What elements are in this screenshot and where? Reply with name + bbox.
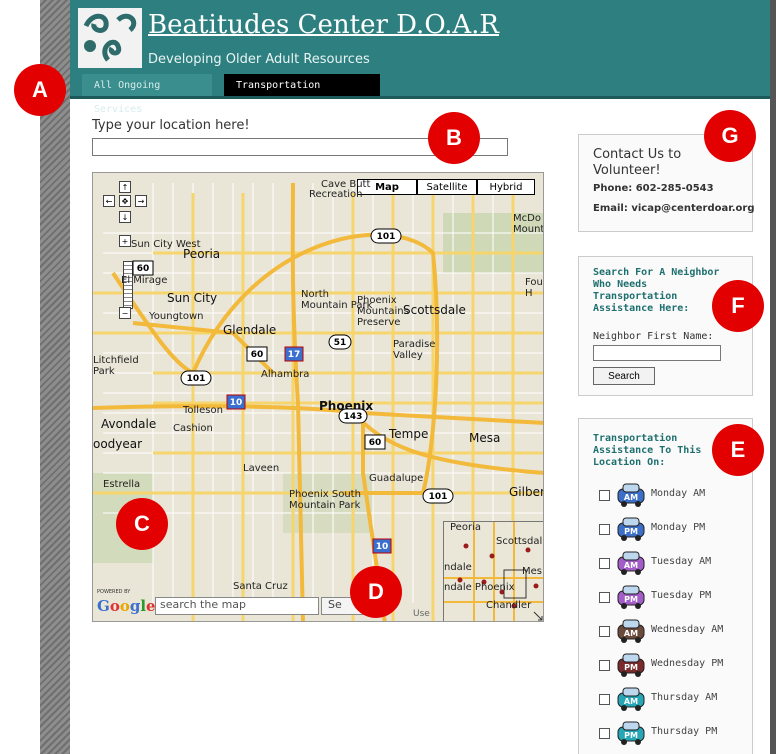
day-label: Thursday PM — [651, 726, 718, 737]
day-checkbox[interactable] — [599, 694, 610, 705]
day-checkbox[interactable] — [599, 592, 610, 603]
annotation-marker-b: B — [428, 112, 480, 164]
car-icon: AM — [617, 483, 645, 507]
site-header: Beatitudes Center D.O.A.R Developing Old… — [70, 0, 770, 115]
day-label: Monday AM — [651, 488, 706, 499]
annotation-marker-a: A — [14, 64, 66, 116]
shield-10-b: 10 — [376, 542, 389, 552]
car-icon: AM — [617, 619, 645, 643]
car-icon: PM — [617, 653, 645, 677]
location-label: Type your location here! — [92, 118, 250, 133]
powered-by-label: POWERED BY — [97, 589, 131, 595]
car-badge: PM — [624, 595, 638, 604]
day-checkbox[interactable] — [599, 490, 610, 501]
overview-label-chandler: Chandler — [486, 600, 532, 611]
right-border — [770, 0, 776, 754]
day-checkbox[interactable] — [599, 660, 610, 671]
contact-email[interactable]: Email: vicap@centerdoar.org — [593, 203, 754, 214]
shield-101-c: 101 — [429, 492, 448, 502]
annotation-marker-e: E — [712, 424, 764, 476]
shield-51: 51 — [334, 338, 347, 348]
day-label: Thursday AM — [651, 692, 718, 703]
google-logo[interactable]: Google — [97, 597, 156, 615]
car-icon: AM — [617, 687, 645, 711]
annotation-marker-c: C — [116, 498, 168, 550]
neighbor-first-name-label: Neighbor First Name: — [593, 331, 714, 342]
overview-label-scottsdale: Scottsdal — [496, 536, 543, 547]
overview-label-glendale: ndale — [444, 562, 472, 573]
site-logo[interactable] — [78, 8, 142, 68]
contact-title: Contact Us to Volunteer! — [593, 147, 682, 178]
shield-60-c: 60 — [369, 438, 382, 448]
logo-figures-icon — [83, 13, 137, 62]
overview-label-phoenix: ndale Phoenix — [444, 582, 515, 593]
transport-days-title: Transportation Assistance To This Locati… — [593, 433, 702, 468]
shield-143: 143 — [344, 412, 363, 422]
site-title[interactable]: Beatitudes Center D.O.A.R — [148, 10, 499, 40]
car-badge: AM — [624, 697, 638, 706]
shield-60-a: 60 — [137, 264, 150, 274]
day-checkbox[interactable] — [599, 728, 610, 739]
page: Beatitudes Center D.O.A.R Developing Old… — [70, 0, 770, 754]
car-icon: PM — [617, 517, 645, 541]
shield-17: 17 — [288, 350, 301, 360]
day-label: Wednesday AM — [651, 624, 724, 635]
car-badge: PM — [624, 527, 638, 536]
day-label: Tuesday AM — [651, 556, 712, 567]
site-tagline: Developing Older Adult Resources — [148, 52, 370, 67]
shield-10-a: 10 — [230, 398, 243, 408]
day-label: Monday PM — [651, 522, 706, 533]
car-icon: PM — [617, 721, 645, 745]
annotation-marker-f: F — [712, 280, 764, 332]
annotation-marker-g: G — [704, 110, 756, 162]
car-badge: AM — [624, 561, 638, 570]
neighbor-first-name-input[interactable] — [593, 345, 721, 361]
car-icon: PM — [617, 585, 645, 609]
day-label: Wednesday PM — [651, 658, 724, 669]
neighbor-search-button[interactable]: Search — [593, 367, 655, 385]
header-divider — [70, 96, 770, 99]
day-checkbox[interactable] — [599, 558, 610, 569]
shield-101-b: 101 — [187, 374, 206, 384]
contact-phone: Phone: 602-285-0543 — [593, 183, 714, 194]
annotation-marker-d: D — [350, 566, 402, 618]
terms-of-use-link[interactable]: Use — [413, 609, 430, 619]
tab-all-ongoing-services[interactable]: All Ongoing Services — [82, 74, 212, 115]
shield-60-b: 60 — [251, 350, 264, 360]
day-checkbox[interactable] — [599, 626, 610, 637]
car-badge: PM — [624, 731, 638, 740]
car-badge: PM — [624, 663, 638, 672]
day-label: Tuesday PM — [651, 590, 712, 601]
overview-label-peoria: Peoria — [450, 522, 481, 533]
map-overview[interactable]: Peoria Scottsdal ndale ndale Phoenix Mes… — [443, 521, 543, 621]
car-badge: AM — [624, 493, 638, 502]
overview-label-mesa: Mes — [522, 566, 542, 577]
map-widget[interactable]: Map Satellite Hybrid ↑ ← ✥ → ↓ + − Cave … — [92, 172, 544, 622]
tab-transportation-services[interactable]: Transportation Services — [224, 74, 380, 115]
car-icon: AM — [617, 551, 645, 575]
car-badge: AM — [624, 629, 638, 638]
shield-101-a: 101 — [377, 232, 396, 242]
day-checkbox[interactable] — [599, 524, 610, 535]
map-search-input[interactable]: search the map — [155, 597, 319, 615]
